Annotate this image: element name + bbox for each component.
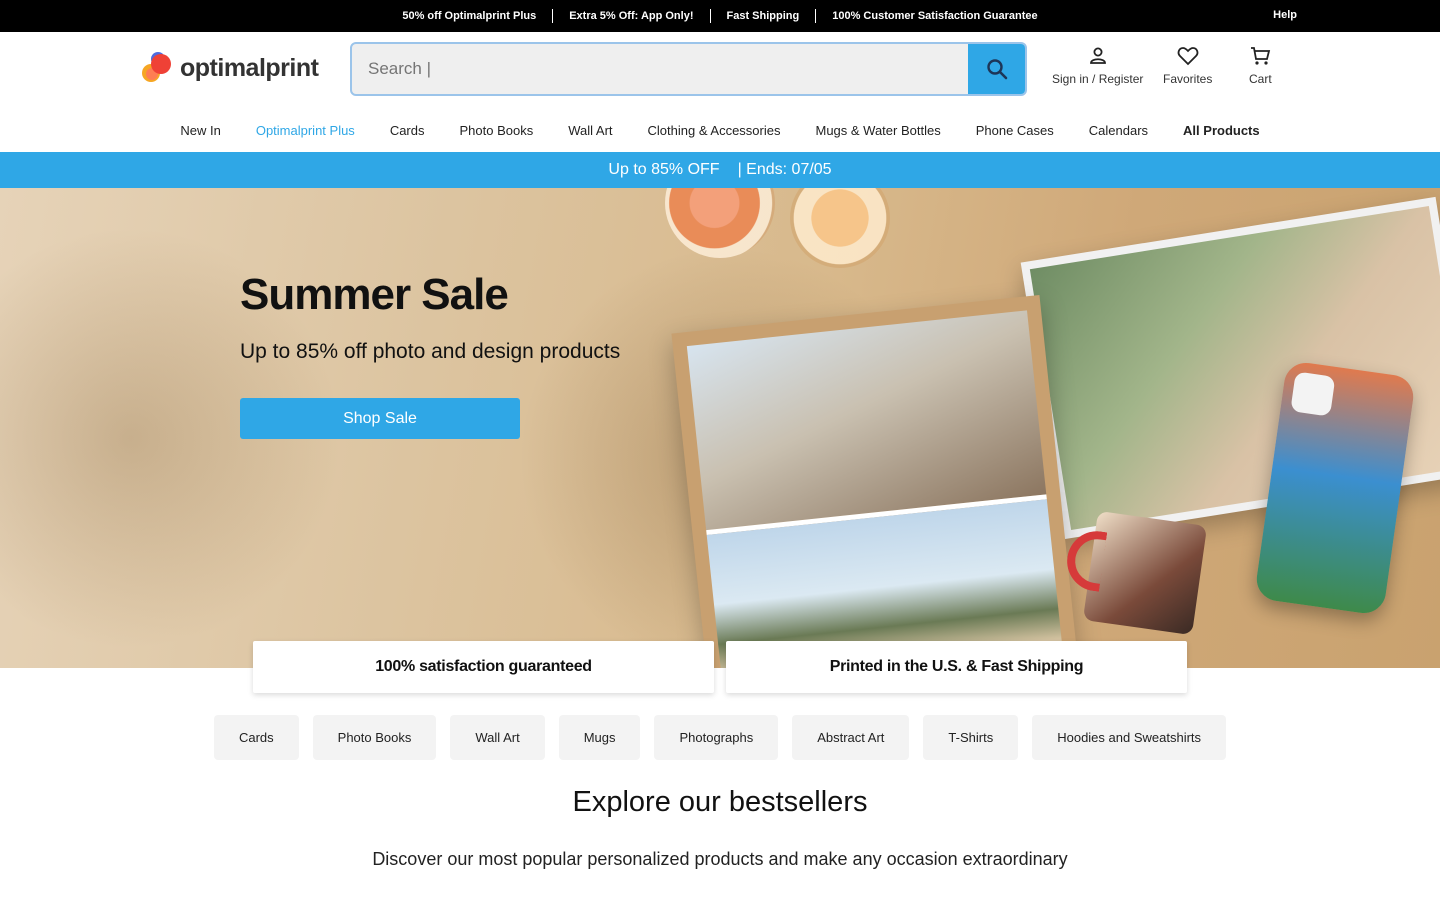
promo-app-discount[interactable]: Extra 5% Off: App Only!: [553, 9, 711, 23]
favorites-label: Favorites: [1163, 72, 1213, 86]
promo-fast-shipping[interactable]: Fast Shipping: [711, 9, 817, 23]
feature-shipping: Printed in the U.S. & Fast Shipping: [726, 641, 1187, 693]
hero-title: Summer Sale: [240, 270, 509, 319]
search-icon: [986, 59, 1007, 80]
nav-item-clothing[interactable]: Clothing & Accessories: [630, 123, 798, 138]
photo-mug-image: [1063, 510, 1208, 636]
chip-cards[interactable]: Cards: [213, 715, 299, 760]
shop-sale-button[interactable]: Shop Sale: [240, 398, 520, 439]
promo-plus-discount[interactable]: 50% off Optimalprint Plus: [386, 9, 554, 23]
search-input[interactable]: [352, 44, 969, 94]
sale-banner[interactable]: Up to 85% OFF | Ends: 07/05: [0, 152, 1440, 188]
sale-offer-text: Up to 85% OFF: [608, 161, 720, 178]
chip-photographs[interactable]: Photographs: [654, 715, 779, 760]
nav-item-cards[interactable]: Cards: [372, 123, 442, 138]
nav-item-photo-books[interactable]: Photo Books: [442, 123, 551, 138]
search-bar: [350, 42, 1027, 96]
heart-icon: [1177, 47, 1198, 66]
top-promo-bar: 50% off Optimalprint Plus Extra 5% Off: …: [0, 0, 1440, 32]
logo[interactable]: optimalprint: [142, 52, 319, 84]
logo-text: optimalprint: [180, 53, 319, 82]
nav-item-phone-cases[interactable]: Phone Cases: [958, 123, 1071, 138]
bestsellers-title: Explore our bestsellers: [572, 786, 868, 818]
category-chips: Cards Photo Books Wall Art Mugs Photogra…: [0, 715, 1440, 760]
feature-satisfaction: 100% satisfaction guaranteed: [253, 641, 714, 693]
nav-item-wall-art[interactable]: Wall Art: [551, 123, 630, 138]
cart-label: Cart: [1249, 72, 1272, 86]
hero-subtitle: Up to 85% off photo and design products: [240, 340, 621, 363]
nav-item-mugs[interactable]: Mugs & Water Bottles: [798, 123, 958, 138]
hero-banner: Summer Sale Up to 85% off photo and desi…: [0, 188, 1440, 668]
favorites-button[interactable]: Favorites: [1163, 46, 1212, 86]
cart-icon: [1251, 47, 1271, 65]
nav-item-calendars[interactable]: Calendars: [1071, 123, 1165, 138]
chip-photo-books[interactable]: Photo Books: [312, 715, 437, 760]
sale-ends-text: | Ends: 07/05: [737, 161, 832, 178]
search-button[interactable]: [968, 44, 1025, 94]
chip-mugs[interactable]: Mugs: [558, 715, 641, 760]
account-label: Sign in / Register: [1052, 72, 1144, 86]
category-nav: New In Optimalprint Plus Cards Photo Boo…: [0, 108, 1440, 152]
nav-item-optimalprint-plus[interactable]: Optimalprint Plus: [238, 123, 372, 138]
chip-wall-art[interactable]: Wall Art: [450, 715, 545, 760]
nav-item-all-products[interactable]: All Products: [1166, 123, 1278, 138]
promo-satisfaction[interactable]: 100% Customer Satisfaction Guarantee: [816, 9, 1053, 23]
site-header: optimalprint Sign in / Register Favorite…: [0, 32, 1440, 108]
logo-mark-icon: [142, 52, 178, 84]
cart-button[interactable]: Cart: [1249, 46, 1272, 86]
chip-abstract-art[interactable]: Abstract Art: [792, 715, 910, 760]
account-button[interactable]: Sign in / Register: [1052, 46, 1143, 86]
framed-photo-image: [671, 294, 1089, 668]
chip-hoodies[interactable]: Hoodies and Sweatshirts: [1032, 715, 1227, 760]
nav-item-new-in[interactable]: New In: [163, 123, 238, 138]
promo-list: 50% off Optimalprint Plus Extra 5% Off: …: [0, 0, 1440, 32]
help-link[interactable]: Help: [1273, 9, 1297, 21]
chip-t-shirts[interactable]: T-Shirts: [923, 715, 1019, 760]
bestsellers-subtitle: Discover our most popular personalized p…: [372, 849, 1068, 869]
user-icon: [1089, 47, 1106, 64]
